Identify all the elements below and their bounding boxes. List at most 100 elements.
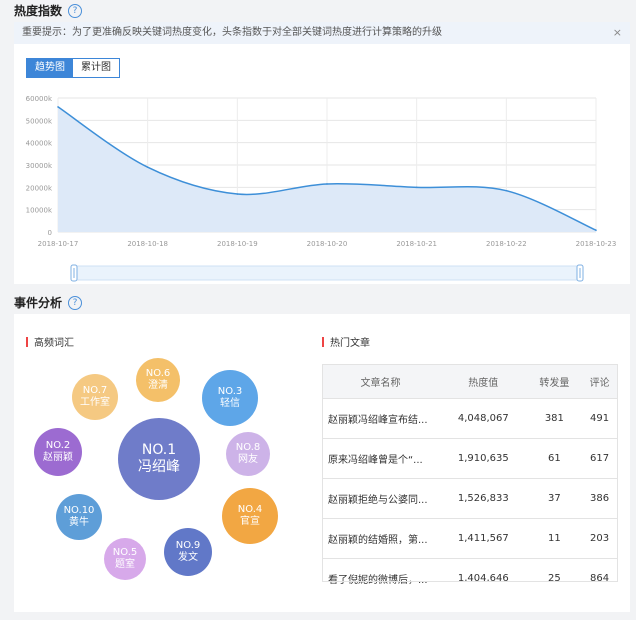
repost-count: 381 xyxy=(527,398,582,439)
data-point xyxy=(236,193,239,195)
comment-count: 386 xyxy=(581,478,618,519)
bubble-word: 黄牛 xyxy=(69,517,89,528)
words-subtitle: 高频词汇 xyxy=(26,334,74,349)
articles-subtitle: 热门文章 xyxy=(322,334,370,349)
bubble-rank: NO.6 xyxy=(145,367,171,379)
bubble-rank: NO.9 xyxy=(175,539,201,551)
word-bubble[interactable]: NO.9 发文 xyxy=(164,528,212,576)
x-tick-label: 2018-10-23 xyxy=(576,240,617,248)
comment-count: 491 xyxy=(581,398,618,439)
help-icon[interactable]: ? xyxy=(68,3,83,18)
bubble-rank: NO.1 xyxy=(141,441,177,458)
y-tick-label: 60000k xyxy=(26,95,53,103)
data-point xyxy=(326,183,328,185)
bubble-rank: NO.2 xyxy=(45,439,71,451)
data-point xyxy=(57,106,59,108)
repost-count: 61 xyxy=(527,438,582,479)
repost-count: 37 xyxy=(527,478,582,519)
column-header: 热度值 xyxy=(439,364,528,399)
y-tick-label: 30000k xyxy=(26,162,53,170)
word-bubble[interactable]: NO.1 冯绍峰 xyxy=(118,418,200,500)
article-title-link[interactable]: 赵丽颖的结婚照，第... xyxy=(322,518,439,559)
tab-cumulative[interactable]: 累计图 xyxy=(73,59,119,77)
word-bubble[interactable]: NO.2 赵丽颖 xyxy=(34,428,82,476)
y-tick-label: 10000k xyxy=(26,207,53,215)
bubble-word: 工作室 xyxy=(80,397,110,408)
bubble-word: 网友 xyxy=(238,454,258,465)
articles-subtitle-text: 热门文章 xyxy=(330,338,370,349)
article-title-link[interactable]: 赵丽颖冯绍峰宣布结... xyxy=(322,398,439,439)
x-tick-label: 2018-10-22 xyxy=(486,240,527,248)
hot-articles-table: 文章名称 热度值 转发量 评论 赵丽颖冯绍峰宣布结... 4,048,067 3… xyxy=(322,364,618,598)
table-row[interactable]: 赵丽颖的结婚照，第... 1,411,567 11 203 xyxy=(322,518,618,559)
heat-value: 1,404,646 xyxy=(439,558,528,598)
x-tick-label: 2018-10-19 xyxy=(217,240,258,248)
heat-index-title-text: 热度指数 xyxy=(14,4,63,18)
comment-count: 203 xyxy=(581,518,618,559)
bubble-word: 官宣 xyxy=(240,516,260,527)
column-header: 文章名称 xyxy=(322,364,439,399)
heat-index-title: 热度指数 ? xyxy=(14,2,83,19)
close-icon[interactable]: × xyxy=(613,22,622,44)
data-point xyxy=(415,186,418,189)
red-marker xyxy=(26,336,28,347)
data-point xyxy=(595,229,597,232)
word-bubble[interactable]: NO.5 题室 xyxy=(104,538,146,580)
column-header: 评论 xyxy=(581,364,618,399)
bubble-rank: NO.3 xyxy=(217,385,243,397)
word-bubble[interactable]: NO.10 黄牛 xyxy=(56,494,102,540)
notice-bar: 重要提示：为了更准确反映关键词热度变化，头条指数于对全部关键词热度进行计算策略的… xyxy=(14,22,630,44)
word-bubble[interactable]: NO.4 官宣 xyxy=(222,488,278,544)
tab-trend[interactable]: 趋势图 xyxy=(27,59,73,77)
bubble-rank: NO.8 xyxy=(235,441,261,453)
help-icon[interactable]: ? xyxy=(68,295,83,310)
y-tick-label: 20000k xyxy=(26,184,53,192)
bubble-rank: NO.5 xyxy=(112,546,138,558)
x-tick-label: 2018-10-18 xyxy=(127,240,168,248)
bubble-word: 赵丽颖 xyxy=(43,452,73,463)
x-tick-label: 2018-10-17 xyxy=(38,240,79,248)
table-header-row: 文章名称 热度值 转发量 评论 xyxy=(322,364,618,399)
x-tick-label: 2018-10-21 xyxy=(396,240,437,248)
notice-text: 重要提示：为了更准确反映关键词热度变化，头条指数于对全部关键词热度进行计算策略的… xyxy=(22,27,442,38)
data-point xyxy=(505,189,508,192)
data-point xyxy=(146,166,149,169)
event-analysis-title-text: 事件分析 xyxy=(14,296,63,310)
table-row[interactable]: 赵丽颖拒绝与公婆同... 1,526,833 37 386 xyxy=(322,478,618,519)
article-title-link[interactable]: 看了倪妮的微博后，... xyxy=(322,558,439,598)
repost-count: 25 xyxy=(527,558,582,598)
column-header: 转发量 xyxy=(527,364,582,399)
y-tick-label: 40000k xyxy=(26,140,53,148)
bubble-word: 冯绍峰 xyxy=(138,459,180,475)
heat-value: 1,526,833 xyxy=(439,478,528,519)
article-title-link[interactable]: 赵丽颖拒绝与公婆同... xyxy=(322,478,439,519)
word-bubble[interactable]: NO.3 轻信 xyxy=(202,370,258,426)
bubble-rank: NO.10 xyxy=(63,504,95,516)
repost-count: 11 xyxy=(527,518,582,559)
bubble-word: 发文 xyxy=(178,552,198,563)
table-row[interactable]: 看了倪妮的微博后，... 1,404,646 25 864 xyxy=(322,558,618,598)
bubble-word: 澄清 xyxy=(148,380,168,391)
table-row[interactable]: 赵丽颖冯绍峰宣布结... 4,048,067 381 491 xyxy=(322,398,618,439)
word-bubble[interactable]: NO.8 网友 xyxy=(226,432,270,476)
y-tick-label: 0 xyxy=(48,229,52,237)
bubble-rank: NO.7 xyxy=(82,384,108,396)
heat-trend-chart: 60000k 50000k 40000k 30000k 20000k 10000k 0 201… xyxy=(26,95,617,282)
bubble-rank: NO.4 xyxy=(237,503,263,515)
word-bubble[interactable]: NO.7 工作室 xyxy=(72,374,118,420)
heat-value: 1,910,635 xyxy=(439,438,528,479)
comment-count: 617 xyxy=(581,438,618,479)
word-bubble[interactable]: NO.6 澄清 xyxy=(136,358,180,402)
x-tick-label: 2018-10-20 xyxy=(307,240,348,248)
table-row[interactable]: 原来冯绍峰曾是个“... 1,910,635 61 617 xyxy=(322,438,618,479)
bubble-word: 轻信 xyxy=(220,398,240,409)
chart-tabs: 趋势图 累计图 xyxy=(26,58,120,78)
range-slider-track xyxy=(73,265,581,281)
event-analysis-title: 事件分析 ? xyxy=(14,294,83,311)
words-subtitle-text: 高频词汇 xyxy=(34,338,74,349)
heat-value: 1,411,567 xyxy=(439,518,528,559)
red-marker xyxy=(322,336,324,347)
comment-count: 864 xyxy=(581,558,618,598)
bubble-word: 题室 xyxy=(115,559,135,570)
article-title-link[interactable]: 原来冯绍峰曾是个“... xyxy=(322,438,439,479)
